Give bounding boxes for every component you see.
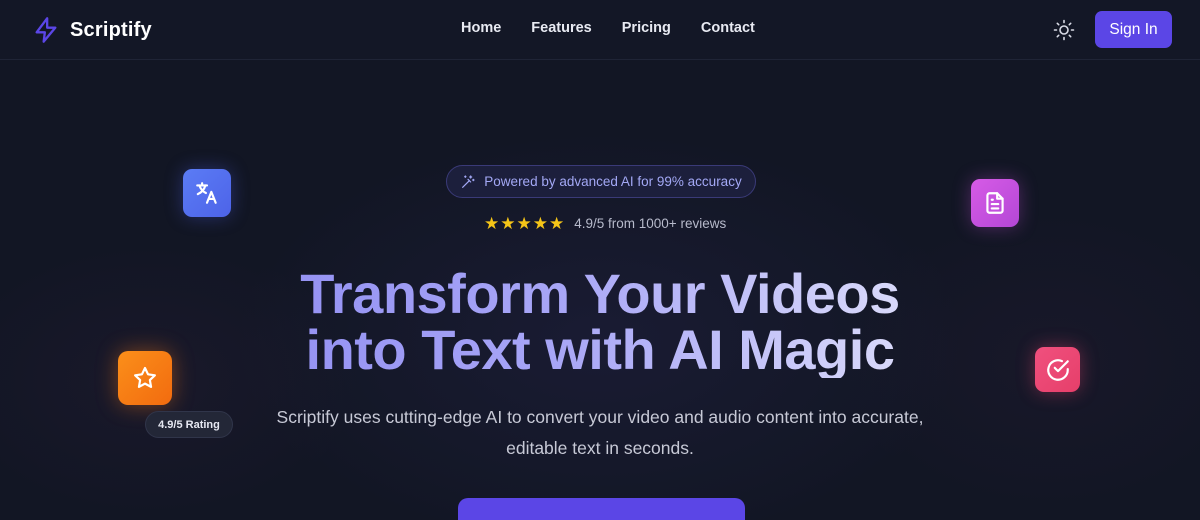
subtitle-line-2: editable text in seconds. bbox=[506, 438, 694, 458]
star-icon: ★ bbox=[532, 213, 548, 233]
translate-tile bbox=[183, 169, 231, 217]
nav-link-contact[interactable]: Contact bbox=[686, 20, 770, 36]
translate-icon bbox=[196, 182, 217, 204]
badge-text: Powered by advanced AI for 99% accuracy bbox=[484, 174, 742, 189]
star-icon bbox=[134, 366, 156, 388]
document-icon bbox=[986, 192, 1004, 214]
nav-link-pricing[interactable]: Pricing bbox=[607, 20, 686, 36]
lightning-icon bbox=[35, 17, 57, 43]
nav-link-features[interactable]: Features bbox=[516, 20, 606, 36]
brand-name: Scriptify bbox=[70, 18, 152, 41]
theme-toggle-button[interactable] bbox=[1052, 18, 1076, 42]
magic-wand-icon bbox=[462, 174, 475, 188]
star-tile bbox=[118, 351, 172, 405]
nav-link-home[interactable]: Home bbox=[446, 20, 516, 36]
star-icon: ★ bbox=[500, 213, 516, 233]
star-icon: ★ bbox=[484, 213, 500, 233]
star-icon: ★ bbox=[516, 213, 532, 233]
rating-row: ★ ★ ★ ★ ★ 4.9/5 from 1000+ reviews bbox=[484, 213, 726, 233]
ai-accuracy-badge: Powered by advanced AI for 99% accuracy bbox=[446, 165, 756, 198]
headline-line-1: Transform Your Videos bbox=[300, 262, 900, 325]
logo[interactable]: Scriptify bbox=[32, 14, 152, 46]
subtitle-line-1: Scriptify uses cutting-edge AI to conver… bbox=[276, 407, 924, 427]
check-tile bbox=[1035, 347, 1080, 392]
sign-in-button[interactable]: Sign In bbox=[1095, 11, 1172, 48]
rating-pill: 4.9/5 Rating bbox=[145, 411, 233, 438]
document-tile bbox=[971, 179, 1019, 227]
hero-subtitle: Scriptify uses cutting-edge AI to conver… bbox=[270, 402, 930, 464]
navbar: Scriptify Home Features Pricing Contact … bbox=[0, 0, 1200, 60]
check-circle-icon bbox=[1046, 358, 1069, 381]
headline-line-2: into Text with AI Magic bbox=[305, 318, 895, 381]
nav-links: Home Features Pricing Contact bbox=[446, 20, 770, 36]
cta-button[interactable] bbox=[458, 498, 745, 520]
star-rating: ★ ★ ★ ★ ★ bbox=[484, 215, 564, 232]
sun-icon bbox=[1053, 19, 1075, 41]
rating-text: 4.9/5 from 1000+ reviews bbox=[574, 215, 727, 231]
star-icon: ★ bbox=[549, 213, 565, 233]
hero-headline: Transform Your Videos into Text with AI … bbox=[200, 266, 1000, 378]
